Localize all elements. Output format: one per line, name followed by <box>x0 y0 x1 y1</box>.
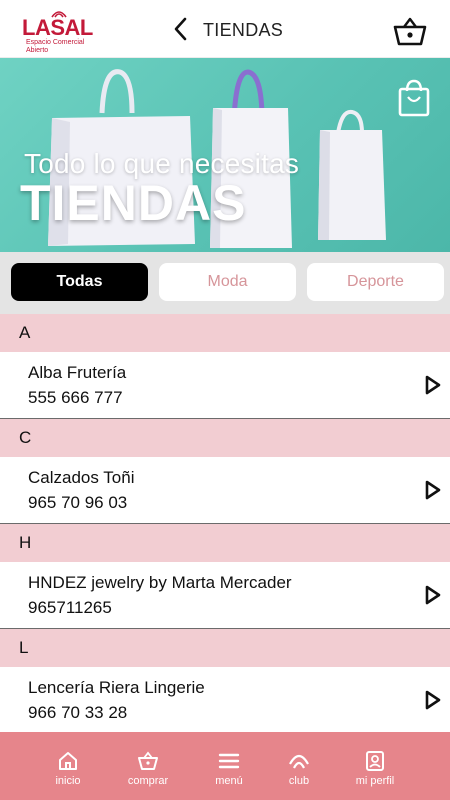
nav-item-club[interactable]: club <box>264 750 334 794</box>
nav-item-menu[interactable]: menú <box>194 750 264 794</box>
store-phone: 965711265 <box>28 598 112 617</box>
shopping-bag-icon[interactable] <box>396 78 432 118</box>
profile-icon <box>366 751 384 771</box>
nav-item-mi-perfil[interactable]: mi perfil <box>340 750 410 794</box>
basket-icon[interactable] <box>392 15 428 47</box>
nav-label: comprar <box>127 775 169 787</box>
nav-label: mi perfil <box>355 775 395 787</box>
nav-label: inicio <box>55 775 81 787</box>
hero-banner: Todo lo que necesitas TIENDAS <box>0 58 450 252</box>
page-title: TIENDAS <box>203 20 284 40</box>
store-list: A Alba Frutería 555 666 777 C Calzados T… <box>0 314 450 732</box>
nav-label: club <box>288 775 310 787</box>
menu-icon <box>218 753 240 769</box>
app-header: LASAL Espacio Comercial Abierto TIENDAS <box>0 0 450 58</box>
logo-subtitle: Espacio Comercial Abierto <box>26 39 85 54</box>
store-item[interactable]: Lencería Riera Lingerie 966 70 33 28 <box>0 667 450 732</box>
store-name: Alba Frutería <box>28 363 127 382</box>
category-filter-bar: Todas Moda Deporte <box>0 252 450 314</box>
filter-tab-todas[interactable]: Todas <box>11 263 148 301</box>
club-icon <box>289 754 309 769</box>
bottom-navigation: inicio comprar menú club mi perfil <box>0 732 450 800</box>
store-item[interactable]: Alba Frutería 555 666 777 <box>0 352 450 419</box>
nav-item-inicio[interactable]: inicio <box>33 750 103 794</box>
store-name: Calzados Toñi <box>28 468 135 487</box>
section-header-a: A <box>0 314 450 352</box>
basket-icon <box>138 751 158 770</box>
logo-text: LASAL <box>22 15 93 40</box>
section-header-c: C <box>0 419 450 457</box>
store-name: Lencería Riera Lingerie <box>28 678 205 697</box>
filter-tab-deporte[interactable]: Deporte <box>307 263 444 301</box>
nav-item-comprar[interactable]: comprar <box>113 750 183 794</box>
section-header-h: H <box>0 524 450 562</box>
store-phone: 966 70 33 28 <box>28 703 128 722</box>
nav-label: menú <box>215 775 243 787</box>
hero-title: TIENDAS <box>20 175 247 231</box>
home-icon <box>59 752 77 770</box>
section-header-l: L <box>0 629 450 667</box>
play-arrow-icon[interactable] <box>424 479 442 501</box>
play-arrow-icon[interactable] <box>424 584 442 606</box>
store-phone: 555 666 777 <box>28 388 123 407</box>
play-arrow-icon[interactable] <box>424 689 442 711</box>
filter-tab-moda[interactable]: Moda <box>159 263 296 301</box>
lasal-logo[interactable]: LASAL Espacio Comercial Abierto <box>22 9 102 54</box>
store-phone: 965 70 96 03 <box>28 493 128 512</box>
store-name: HNDEZ jewelry by Marta Mercader <box>28 573 292 592</box>
store-item[interactable]: Calzados Toñi 965 70 96 03 <box>0 457 450 524</box>
store-item[interactable]: HNDEZ jewelry by Marta Mercader 96571126… <box>0 562 450 629</box>
play-arrow-icon[interactable] <box>424 374 442 396</box>
chevron-left-icon[interactable] <box>170 16 192 42</box>
